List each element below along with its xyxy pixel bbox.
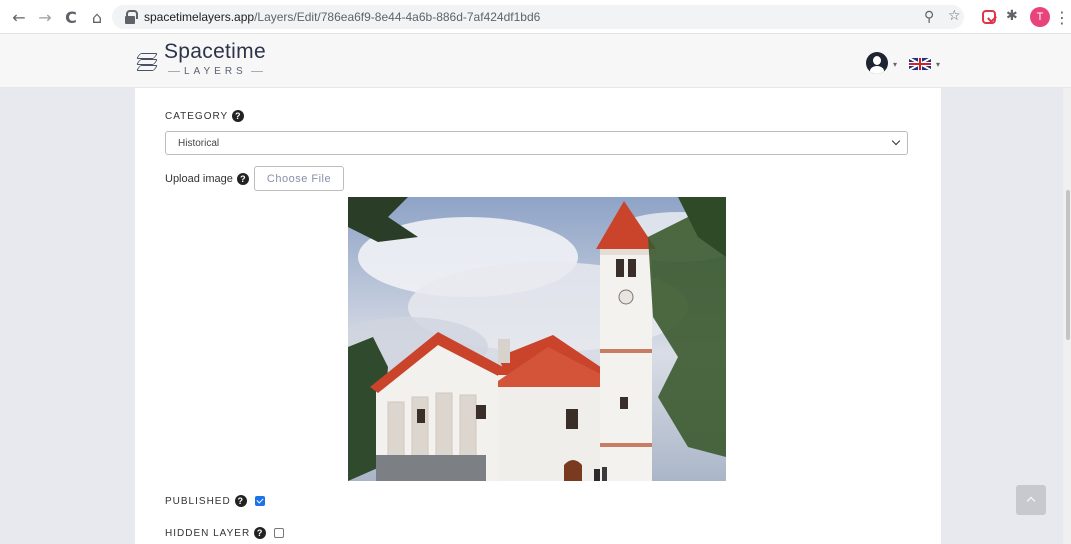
layer-edit-form: CATEGORY ? Historical Upload image ? Cho… [135, 88, 941, 544]
logo-title: Spacetime [164, 40, 266, 63]
scrollbar-thumb[interactable] [1066, 190, 1070, 340]
hidden-layer-help-icon[interactable]: ? [254, 527, 267, 539]
published-checkbox[interactable] [254, 496, 265, 506]
back-icon[interactable]: ← [10, 8, 28, 27]
hidden-layer-checkbox[interactable] [274, 528, 285, 538]
back-to-top-button[interactable] [1016, 485, 1046, 515]
published-field: PUBLISHED ? [165, 495, 265, 507]
bookmark-star-icon[interactable]: ☆ [948, 8, 961, 24]
lock-icon [124, 10, 138, 24]
category-help-icon[interactable]: ? [232, 110, 245, 122]
logo-subtitle: LAYERS [164, 66, 267, 77]
published-help-icon[interactable]: ? [234, 495, 247, 507]
browser-toolbar: ← → C ⌂ spacetimelayers.app/Layers/Edit/… [0, 0, 1071, 34]
hidden-layer-label: HIDDEN LAYER [165, 527, 251, 539]
zoom-icon[interactable]: ⚲ [924, 9, 934, 25]
pocket-extension-icon[interactable] [982, 10, 996, 24]
user-menu-caret-icon[interactable]: ▾ [893, 60, 897, 69]
site-header: Spacetime LAYERS ▾ ▾ [0, 34, 1071, 88]
upload-image-label: Upload image ? [165, 173, 249, 185]
browser-menu-icon[interactable]: ⋮ [1054, 8, 1070, 27]
extensions-puzzle-icon[interactable]: ✱ [1006, 8, 1024, 26]
hidden-layer-field: HIDDEN LAYER ? [165, 527, 285, 539]
forward-icon[interactable]: → [36, 8, 54, 27]
url-text: spacetimelayers.app/Layers/Edit/786ea6f9… [144, 10, 540, 24]
published-label: PUBLISHED [165, 495, 231, 507]
uk-flag-language-icon[interactable] [909, 58, 931, 70]
layers-logo-icon [135, 51, 159, 73]
reload-icon[interactable]: C [62, 8, 80, 27]
home-icon[interactable]: ⌂ [88, 8, 106, 27]
user-account-icon[interactable] [866, 52, 888, 74]
site-logo[interactable]: Spacetime LAYERS [135, 40, 267, 77]
url-host: spacetimelayers.app [144, 10, 255, 24]
category-select-value: Historical [178, 137, 220, 149]
category-select[interactable]: Historical [165, 131, 908, 155]
url-path: /Layers/Edit/786ea6f9-8e44-4a6b-886d-7af… [254, 10, 541, 24]
category-label: CATEGORY ? [165, 110, 245, 122]
upload-help-icon[interactable]: ? [236, 173, 249, 185]
upload-image-label-text: Upload image [165, 173, 233, 185]
chevron-down-icon [891, 136, 901, 146]
choose-file-button[interactable]: Choose File [254, 166, 344, 191]
category-label-text: CATEGORY [165, 110, 229, 122]
language-menu-caret-icon[interactable]: ▾ [936, 60, 940, 69]
profile-avatar[interactable]: T [1030, 7, 1050, 27]
uploaded-image-preview [348, 197, 726, 481]
address-bar[interactable]: spacetimelayers.app/Layers/Edit/786ea6f9… [112, 5, 964, 29]
